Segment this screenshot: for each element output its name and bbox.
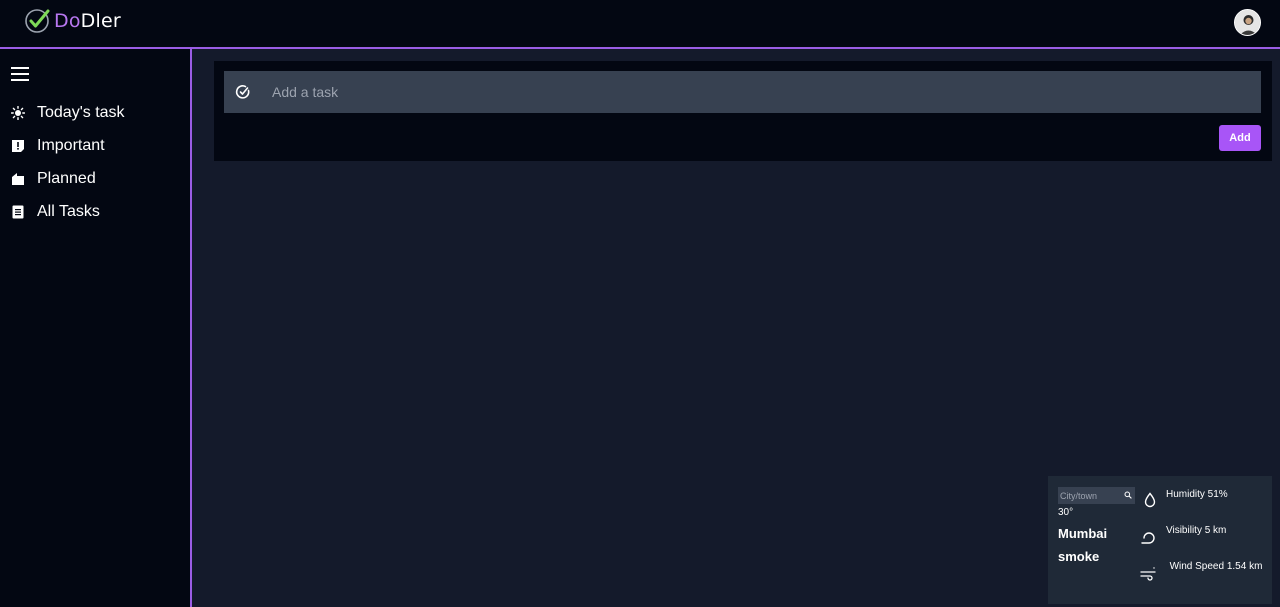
visibility-icon xyxy=(1141,532,1155,544)
avatar-image xyxy=(1235,10,1260,35)
city-name: Mumbai xyxy=(1058,526,1108,541)
weather-widget: 30° Mumbai smoke Humidity 51% Visibility… xyxy=(1048,476,1272,604)
search-icon[interactable] xyxy=(1124,491,1132,499)
task-input[interactable] xyxy=(268,71,1248,113)
wind-speed-text: Wind Speed 1.54 km xyxy=(1169,561,1263,572)
sidebar-item-label: Planned xyxy=(37,170,96,187)
task-input-row xyxy=(224,71,1261,113)
sidebar: Today's task Important Planned All Tasks xyxy=(0,49,192,607)
sidebar-item-label: All Tasks xyxy=(37,203,100,220)
circle-check-icon xyxy=(235,85,250,99)
app-logo[interactable]: DoDler xyxy=(24,8,121,34)
user-avatar[interactable] xyxy=(1234,9,1261,36)
sidebar-item-all-tasks[interactable]: All Tasks xyxy=(0,198,190,226)
visibility-text: Visibility 5 km xyxy=(1166,525,1227,536)
sidebar-item-label: Important xyxy=(37,137,105,154)
sidebar-item-label: Today's task xyxy=(37,104,125,121)
checkmark-logo-icon xyxy=(25,9,50,33)
city-search-input[interactable] xyxy=(1058,487,1122,504)
hamburger-menu-icon[interactable] xyxy=(11,66,29,82)
wind-icon xyxy=(1140,567,1156,581)
add-task-button[interactable]: Add xyxy=(1219,125,1261,151)
app-title: DoDler xyxy=(54,10,121,32)
planned-icon xyxy=(12,173,24,185)
top-bar: DoDler xyxy=(0,0,1280,49)
sidebar-item-planned[interactable]: Planned xyxy=(0,165,190,193)
temperature: 30° xyxy=(1058,507,1074,518)
sidebar-item-todays-task[interactable]: Today's task xyxy=(0,99,190,127)
sun-icon xyxy=(11,106,25,120)
droplet-icon xyxy=(1144,492,1156,508)
humidity-text: Humidity 51% xyxy=(1166,489,1228,500)
add-task-card: Add xyxy=(214,61,1272,161)
city-search xyxy=(1058,487,1135,504)
weather-condition: smoke xyxy=(1058,549,1100,564)
list-icon xyxy=(12,205,24,219)
important-icon xyxy=(12,140,24,152)
sidebar-item-important[interactable]: Important xyxy=(0,132,190,160)
